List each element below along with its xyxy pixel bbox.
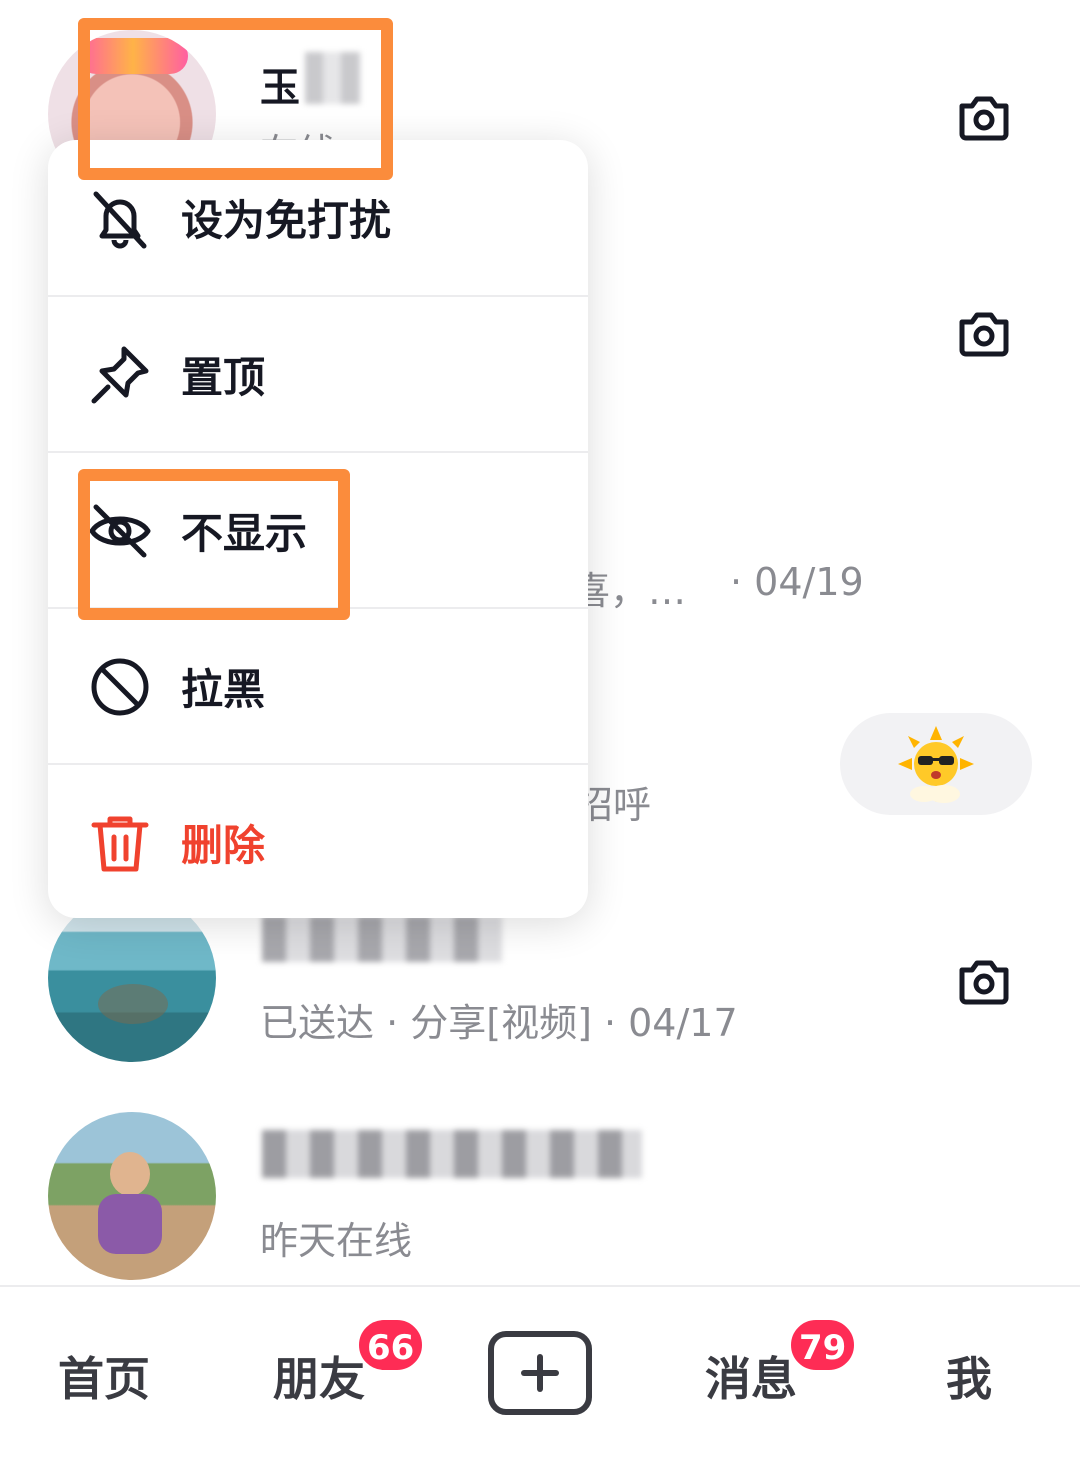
nav-home[interactable]: 首页 [58, 1343, 150, 1409]
menu-item-label: 删除 [181, 821, 266, 870]
create-button[interactable] [488, 1331, 592, 1415]
message-date: · 04/19 [730, 560, 864, 604]
trash-icon [91, 816, 149, 871]
reef-decoration [98, 984, 168, 1024]
block-icon [91, 658, 149, 715]
conversation-row[interactable]: 昨天在线 [0, 1080, 1080, 1296]
pixelated-name [262, 1130, 642, 1178]
delivery-status: 已送达 · 分享[视频] · 04/17 [260, 1001, 738, 1045]
menu-item-label: 置顶 [181, 353, 266, 402]
pin-icon [91, 346, 149, 403]
sun-sunglasses-emoji [898, 726, 974, 803]
nav-me[interactable]: 我 [946, 1343, 992, 1409]
quick-reply-button[interactable] [840, 713, 1032, 815]
nav-friends[interactable]: 朋友 [273, 1343, 365, 1409]
friends-badge: 66 [356, 1317, 426, 1373]
plus-icon [521, 1354, 559, 1392]
last-message-snippet: 喜，… [572, 569, 687, 613]
child-figure-decoration [110, 1152, 150, 1196]
camera-icon[interactable] [954, 950, 1014, 1010]
camera-icon[interactable] [954, 86, 1014, 146]
child-figure-decoration [98, 1194, 162, 1254]
menu-item-label: 设为免打扰 [181, 196, 392, 245]
menu-item-block[interactable]: 拉黑 [48, 609, 588, 764]
highlight-box [78, 469, 350, 620]
camera-icon[interactable] [954, 302, 1014, 362]
messages-badge: 79 [788, 1317, 858, 1373]
avatar[interactable] [48, 894, 216, 1062]
pixelated-name [262, 916, 502, 962]
menu-item-delete[interactable]: 删除 [48, 765, 588, 918]
menu-item-pin[interactable]: 置顶 [48, 297, 588, 452]
bottom-nav: 首页 朋友 66 消息 79 我 [0, 1285, 1080, 1459]
highlight-box [78, 18, 393, 180]
bell-off-icon [93, 191, 147, 248]
menu-item-label: 拉黑 [181, 665, 266, 714]
nav-messages[interactable]: 消息 [705, 1343, 797, 1409]
online-status: 昨天在线 [260, 1219, 413, 1263]
avatar[interactable] [48, 1112, 216, 1280]
